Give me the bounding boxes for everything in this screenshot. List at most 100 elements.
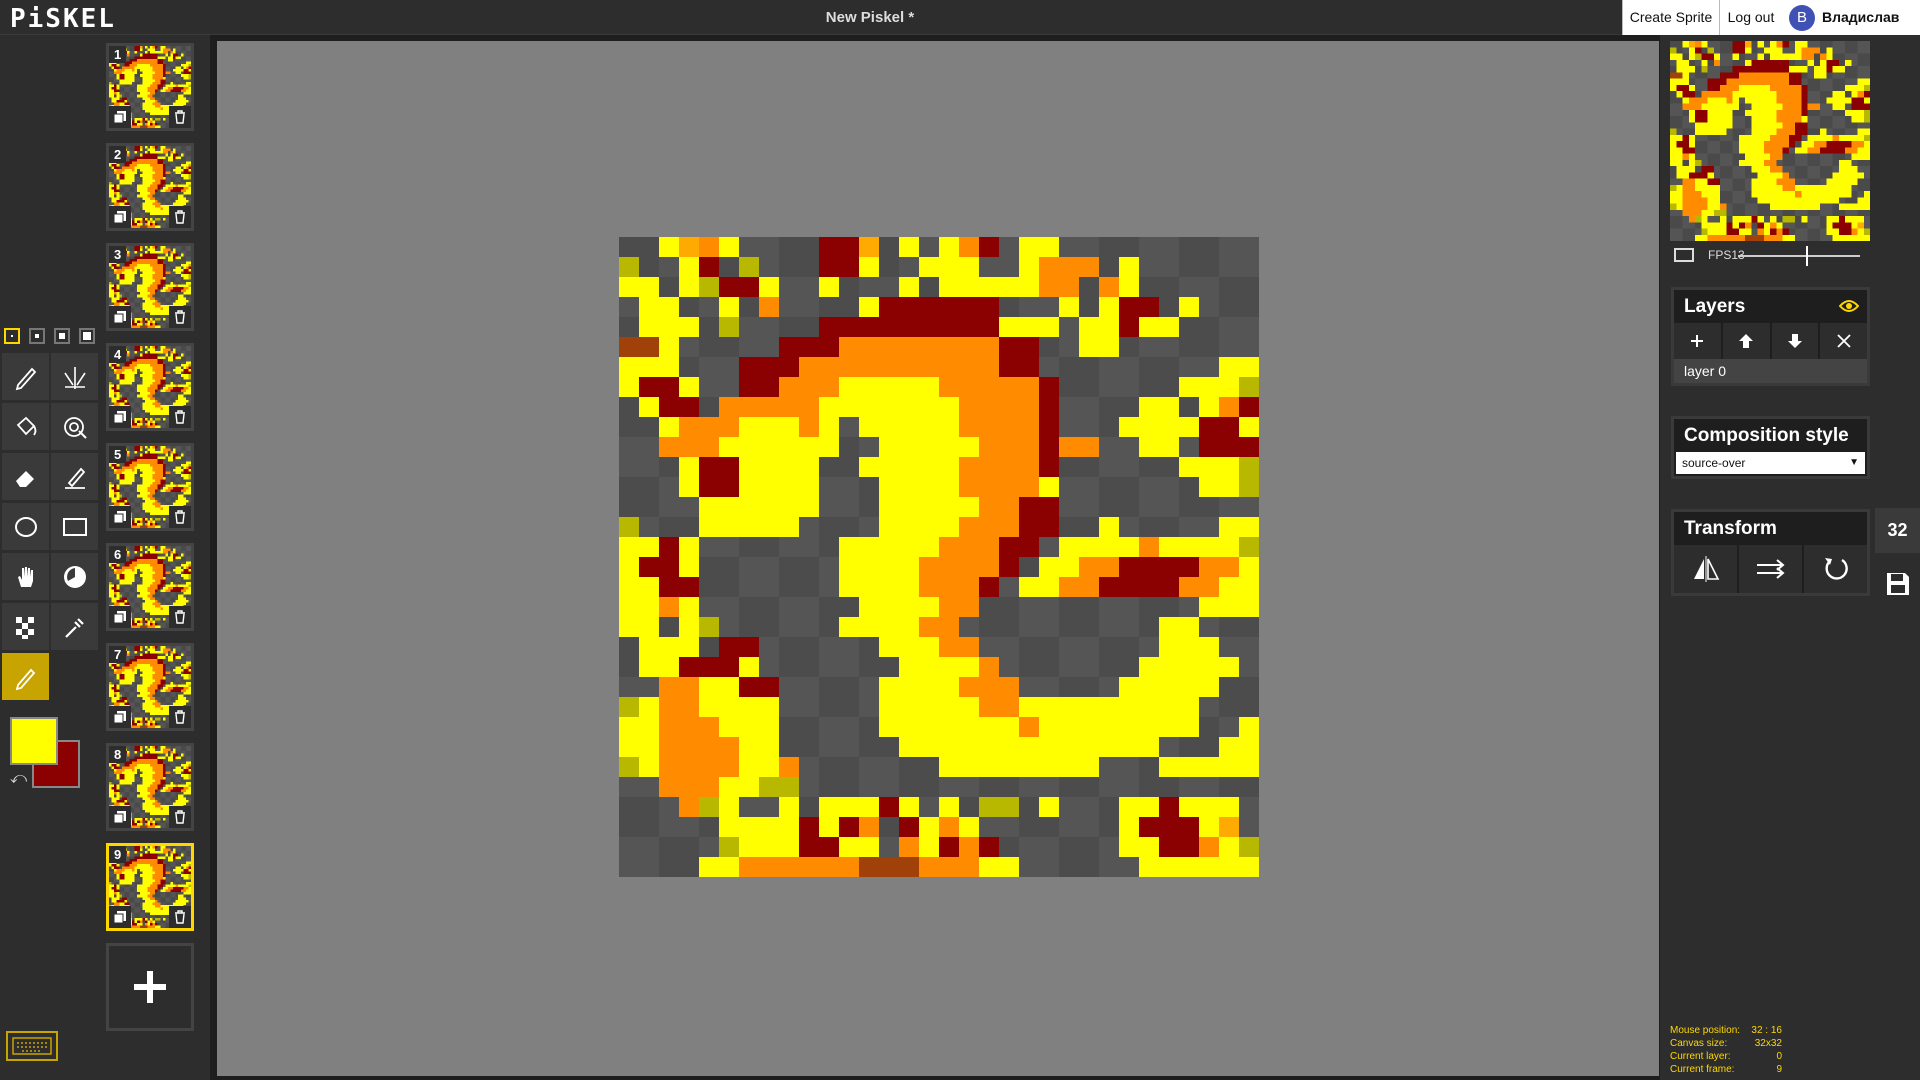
frame-thumbnail[interactable]: 1 xyxy=(106,43,194,131)
status-mouse-position: Mouse position: 32 : 16 xyxy=(1670,1025,1782,1036)
pen-size-selector xyxy=(4,328,100,348)
composition-style-select[interactable]: source-over ▼ xyxy=(1676,452,1865,474)
delete-frame-button[interactable] xyxy=(169,706,191,728)
add-layer-button[interactable] xyxy=(1674,323,1723,359)
delete-frame-button[interactable] xyxy=(169,906,191,928)
sprite-canvas[interactable] xyxy=(619,237,1259,877)
frame-thumbnail[interactable]: 3 xyxy=(106,243,194,331)
duplicate-frame-button[interactable] xyxy=(109,706,131,728)
status-canvas-size: Canvas size: 32x32 xyxy=(1670,1038,1782,1049)
move-layer-down-button[interactable] xyxy=(1771,323,1821,359)
pen-tool[interactable] xyxy=(2,353,49,400)
dithering-tool-icon xyxy=(15,616,34,639)
pen-size-1[interactable] xyxy=(4,328,20,344)
frame-thumbnail[interactable]: 6 xyxy=(106,543,194,631)
delete-frame-button[interactable] xyxy=(169,806,191,828)
frame-number: 4 xyxy=(109,346,127,363)
arrow-down-icon xyxy=(1787,334,1802,348)
pen-size-4[interactable] xyxy=(79,328,95,344)
rotate-button[interactable] xyxy=(1804,545,1867,593)
frame-thumbnail[interactable]: 2 xyxy=(106,143,194,231)
eraser-icon xyxy=(15,470,34,487)
duplicate-frame-button[interactable] xyxy=(109,306,131,328)
primary-color-swatch[interactable] xyxy=(10,717,58,765)
duplicate-frame-button[interactable] xyxy=(109,906,131,928)
duplicate-frame-button[interactable] xyxy=(109,206,131,228)
eraser-tool[interactable] xyxy=(2,453,49,500)
add-frame-button[interactable] xyxy=(106,943,194,1031)
duplicate-frame-button[interactable] xyxy=(109,406,131,428)
original-size-toggle-icon[interactable] xyxy=(1674,248,1694,262)
circle-tool[interactable] xyxy=(2,503,49,550)
frame-thumbnail[interactable]: 9 xyxy=(106,843,194,931)
chevron-down-icon: ▼ xyxy=(1849,457,1859,468)
frame-number: 2 xyxy=(109,146,127,163)
delete-layer-button[interactable] xyxy=(1820,323,1867,359)
fps-slider-handle[interactable] xyxy=(1806,246,1808,266)
delete-frame-button[interactable] xyxy=(169,206,191,228)
move-layer-up-button[interactable] xyxy=(1722,323,1772,359)
duplicate-frame-button[interactable] xyxy=(109,106,131,128)
eye-icon[interactable] xyxy=(1839,299,1859,313)
pen-size-2[interactable] xyxy=(29,328,45,344)
duplicate-frame-button[interactable] xyxy=(109,606,131,628)
paint-bucket-tool[interactable] xyxy=(2,403,49,450)
layer-item[interactable]: layer 0 xyxy=(1674,359,1867,383)
arrow-up-icon xyxy=(1739,334,1754,348)
color-picker-icon xyxy=(64,617,84,638)
delete-frame-button[interactable] xyxy=(169,406,191,428)
create-sprite-button[interactable]: Create Sprite xyxy=(1622,0,1719,35)
frame-thumbnail[interactable]: 4 xyxy=(106,343,194,431)
stroke-tool[interactable] xyxy=(51,453,98,500)
dithering-tool[interactable] xyxy=(2,603,49,650)
flip-button[interactable] xyxy=(1674,545,1739,593)
pen-size-3[interactable] xyxy=(54,328,70,344)
frame-thumbnail[interactable]: 7 xyxy=(106,643,194,731)
circle-tool-icon xyxy=(14,516,37,537)
duplicate-frame-button[interactable] xyxy=(109,806,131,828)
lighten-tool[interactable] xyxy=(2,653,49,700)
animation-preview xyxy=(1670,41,1870,241)
flip-icon xyxy=(1693,556,1719,582)
delete-frame-button[interactable] xyxy=(169,106,191,128)
frame-thumbnail[interactable]: 5 xyxy=(106,443,194,531)
delete-frame-button[interactable] xyxy=(169,606,191,628)
layers-title-text: Layers xyxy=(1684,296,1746,317)
plus-icon xyxy=(1691,335,1704,347)
center-button[interactable] xyxy=(1739,545,1804,593)
trash-icon xyxy=(175,810,185,824)
composition-style-value: source-over xyxy=(1682,456,1746,470)
color-picker-tool[interactable] xyxy=(51,603,98,650)
frame-number: 9 xyxy=(109,846,127,863)
layers-title: Layers xyxy=(1674,290,1867,323)
fps-slider-track[interactable] xyxy=(1738,255,1860,257)
swap-colors-icon[interactable]: ⤺ xyxy=(10,770,27,788)
trash-icon xyxy=(175,210,185,224)
delete-frame-button[interactable] xyxy=(169,306,191,328)
trash-icon xyxy=(175,610,185,624)
status-current-frame: Current frame: 9 xyxy=(1670,1064,1782,1075)
rectangle-tool[interactable] xyxy=(51,503,98,550)
frame-number: 6 xyxy=(109,546,127,563)
log-out-button[interactable]: Log out xyxy=(1719,0,1782,35)
resize-tab[interactable]: 32 xyxy=(1875,508,1920,553)
copy-icon xyxy=(113,511,126,524)
delete-frame-button[interactable] xyxy=(169,506,191,528)
trash-icon xyxy=(175,510,185,524)
duplicate-frame-button[interactable] xyxy=(109,506,131,528)
move-tool[interactable] xyxy=(2,553,49,600)
copy-icon xyxy=(113,311,126,324)
trash-icon xyxy=(175,910,185,924)
keyboard-shortcuts-button[interactable] xyxy=(6,1031,58,1061)
top-bar: PiSKEL New Piskel * Create Sprite Log ou… xyxy=(0,0,1920,35)
frame-thumbnail[interactable]: 8 xyxy=(106,743,194,831)
avatar[interactable]: B xyxy=(1789,5,1815,31)
copy-icon xyxy=(113,211,126,224)
save-tab[interactable] xyxy=(1875,561,1920,606)
paint-all-same-color-tool[interactable] xyxy=(51,403,98,450)
vertical-mirror-pen-tool[interactable] xyxy=(51,353,98,400)
username[interactable]: Владислав xyxy=(1822,0,1899,35)
transform-panel: Transform xyxy=(1671,509,1870,596)
shape-selection-tool[interactable] xyxy=(51,553,98,600)
composition-title: Composition style xyxy=(1684,425,1849,446)
